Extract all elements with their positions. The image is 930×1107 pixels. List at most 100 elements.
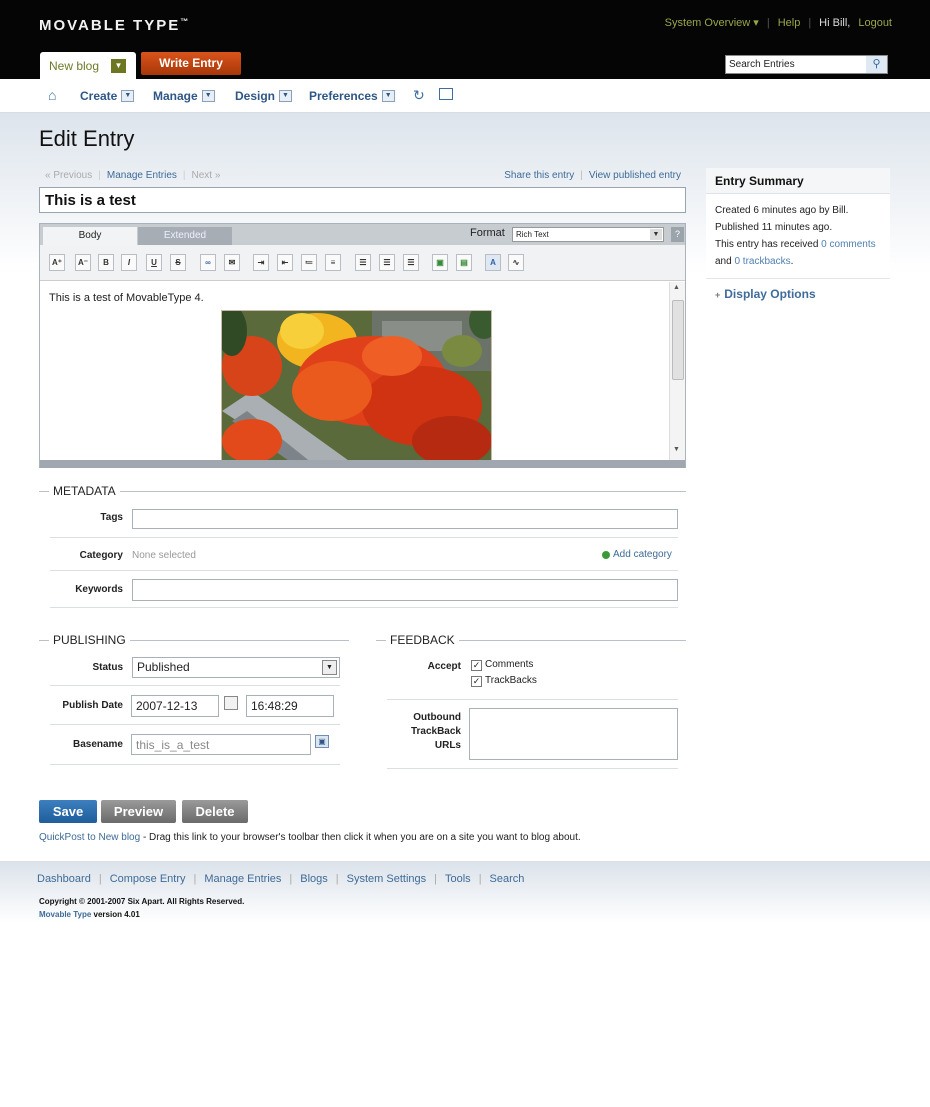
blog-selector-tab[interactable]: New blog ▼ [40,52,136,79]
calendar-icon[interactable] [224,696,238,710]
scroll-up-icon[interactable]: ▲ [673,284,680,291]
home-icon[interactable]: ⌂ [48,87,56,103]
feedback-legend: FEEDBACK [376,633,686,647]
editor-tabs: Body Extended Format Rich Text ▼ ? [40,224,685,245]
comments-checkbox[interactable]: ✓ [471,660,482,671]
italic-icon[interactable]: I [121,254,137,271]
next-link[interactable]: Next » [192,170,221,181]
font-size-larger-icon[interactable]: A⁺ [49,254,65,271]
insert-image-icon[interactable]: ▣ [432,254,448,271]
chevron-down-icon[interactable]: ▼ [111,59,126,73]
basename-label: Basename [72,739,123,750]
view-published-link[interactable]: View published entry [589,170,681,181]
movable-type-logo[interactable]: MOVABLE TYPE™ [39,17,188,34]
divider [387,699,678,700]
system-overview-link[interactable]: System Overview ▾ [665,16,759,29]
scroll-thumb[interactable] [672,300,684,380]
link-icon[interactable]: ∞ [200,254,216,271]
footer-link-tools[interactable]: Tools [445,873,471,885]
bold-icon[interactable]: B [98,254,114,271]
search-icon[interactable]: ⚲ [866,56,887,73]
trackbacks-checkbox[interactable]: ✓ [471,676,482,687]
display-options-toggle[interactable]: + Display Options [715,287,816,301]
footer-link-manage-entries[interactable]: Manage Entries [204,873,281,885]
rich-text-editor: Body Extended Format Rich Text ▼ ? A⁺ A⁻… [39,223,686,468]
refresh-icon[interactable]: ↻ [413,87,425,104]
indent-icon[interactable]: ⇥ [253,254,269,271]
bulleted-list-icon[interactable]: ≔ [301,254,317,271]
share-entry-link[interactable]: Share this entry [504,170,574,181]
publishing-title: PUBLISHING [49,633,130,647]
tab-body[interactable]: Body [43,227,137,245]
embedded-autumn-image[interactable] [221,310,492,460]
feedback-title: FEEDBACK [386,633,459,647]
logout-link[interactable]: Logout [858,17,892,29]
trackbacks-count-link[interactable]: 0 trackbacks [734,256,790,267]
outbound-trackback-urls-input[interactable] [469,708,678,760]
footer-link-compose-entry[interactable]: Compose Entry [110,873,186,885]
footer-link-system-settings[interactable]: System Settings [347,873,426,885]
nav-manage[interactable]: Manage ▼ [153,89,215,103]
entry-links: Share this entry | View published entry [504,170,681,181]
insert-file-icon[interactable]: ▤ [456,254,472,271]
align-left-icon[interactable]: ☰ [355,254,371,271]
page-title: Edit Entry [39,126,135,151]
write-entry-button[interactable]: Write Entry [141,52,241,75]
quickpost-link[interactable]: QuickPost to New blog [39,832,140,843]
preview-button[interactable]: Preview [101,800,176,823]
published-text: Published 11 minutes ago. [715,222,833,233]
format-select[interactable]: Rich Text ▼ [512,227,664,242]
tags-input[interactable] [132,509,678,529]
blog-name: New blog [49,59,100,73]
movable-type-link[interactable]: Movable Type [39,910,91,919]
nav-create[interactable]: Create ▼ [80,89,135,103]
chevron-down-icon: ▼ [121,90,135,102]
previous-link[interactable]: « Previous [45,170,92,181]
accept-label: Accept [427,661,461,672]
footer-link-blogs[interactable]: Blogs [300,873,328,885]
align-right-icon[interactable]: ☰ [403,254,419,271]
editor-resize-handle[interactable] [40,460,685,468]
keywords-label: Keywords [75,584,123,595]
basename-input[interactable] [131,734,311,755]
keywords-input[interactable] [132,579,678,601]
footer-link-dashboard[interactable]: Dashboard [37,873,91,885]
wysiwyg-toggle-icon[interactable]: ∿ [508,254,524,271]
numbered-list-icon[interactable]: ≡ [325,254,341,271]
chevron-down-icon: ▼ [322,660,337,675]
status-label: Status [92,662,123,673]
editor-scrollbar[interactable]: ▲ ▼ [669,282,685,460]
status-select[interactable]: Published ▼ [132,657,340,678]
format-help-icon[interactable]: ? [671,227,684,242]
comments-count-link[interactable]: 0 comments [821,239,875,250]
strikethrough-icon[interactable]: S [170,254,186,271]
align-center-icon[interactable]: ☰ [379,254,395,271]
search-input[interactable] [725,55,888,74]
quickpost-note: QuickPost to New blog - Drag this link t… [39,832,581,843]
chevron-down-icon: ▼ [201,90,215,102]
font-size-smaller-icon[interactable]: A⁻ [75,254,91,271]
add-category-link[interactable]: Add category [602,549,672,560]
delete-button[interactable]: Delete [182,800,248,823]
footer-link-search[interactable]: Search [490,873,525,885]
outdent-icon[interactable]: ⇤ [277,254,293,271]
tab-extended[interactable]: Extended [138,227,232,245]
publish-time-input[interactable] [246,695,334,717]
nav-design[interactable]: Design ▼ [235,89,293,103]
expand-icon: + [715,290,721,300]
formatting-toolbar: A⁺ A⁻ B I U S ∞ ✉ ⇥ ⇤ ≔ ≡ ☰ ☰ ☰ ▣ ▤ A ∿ [40,245,685,281]
unlock-icon[interactable]: ▣ [315,735,329,748]
manage-entries-link[interactable]: Manage Entries [107,170,177,181]
view-site-icon[interactable] [439,88,453,100]
text-color-icon[interactable]: A [485,254,501,271]
underline-icon[interactable]: U [146,254,162,271]
entry-title-input[interactable] [39,187,686,213]
save-button[interactable]: Save [39,800,97,823]
publish-date-input[interactable] [131,695,219,717]
email-link-icon[interactable]: ✉ [224,254,240,271]
nav-preferences[interactable]: Preferences ▼ [309,89,395,103]
editor-body[interactable]: This is a test of MovableType 4. [40,282,668,460]
help-link[interactable]: Help [778,17,801,29]
scroll-down-icon[interactable]: ▼ [673,446,680,453]
entry-summary-title: Entry Summary [706,168,890,194]
